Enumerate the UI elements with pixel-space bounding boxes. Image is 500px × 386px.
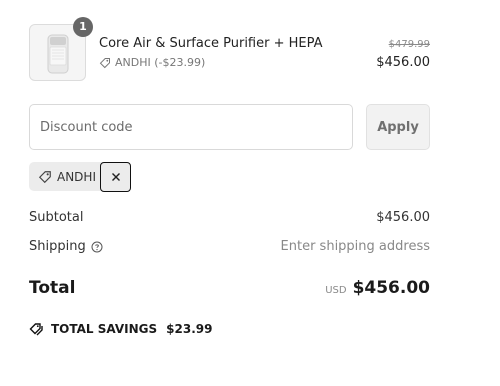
price-tags-icon (29, 323, 43, 336)
product-price: $456.00 (376, 55, 430, 70)
total-amount: USD $456.00 (325, 278, 430, 298)
applied-code-label: ANDHI (57, 169, 96, 184)
question-circle-icon[interactable] (91, 241, 103, 253)
order-summary: 1 Core Air & Surface Purifier + HEPA AND… (0, 0, 500, 386)
subtotal-value: $456.00 (376, 210, 430, 225)
remove-code-button[interactable] (100, 162, 131, 192)
shipping-label-text: Shipping (29, 239, 86, 254)
close-icon (111, 173, 120, 181)
air-purifier-image (47, 34, 69, 74)
tag-icon (99, 57, 110, 68)
currency-code: USD (325, 285, 347, 296)
product-discount-text: ANDHI (-$23.99) (115, 56, 206, 69)
shipping-value: Enter shipping address (280, 239, 430, 254)
apply-button[interactable]: Apply (366, 104, 430, 150)
tag-icon (38, 170, 51, 183)
shipping-label: Shipping (29, 239, 103, 254)
product-discount: ANDHI (-$23.99) (99, 56, 205, 69)
product-name: Core Air & Surface Purifier + HEPA (99, 36, 323, 51)
savings-label: TOTAL SAVINGS (51, 322, 158, 336)
total-label: Total (29, 278, 76, 298)
total-value: $456.00 (352, 278, 430, 298)
total-savings: TOTAL SAVINGS $23.99 (29, 322, 212, 336)
subtotal-label: Subtotal (29, 210, 84, 225)
original-price: $479.99 (388, 39, 430, 50)
savings-amount: $23.99 (166, 322, 213, 336)
quantity-badge: 1 (73, 17, 93, 37)
discount-code-input[interactable] (29, 104, 353, 150)
